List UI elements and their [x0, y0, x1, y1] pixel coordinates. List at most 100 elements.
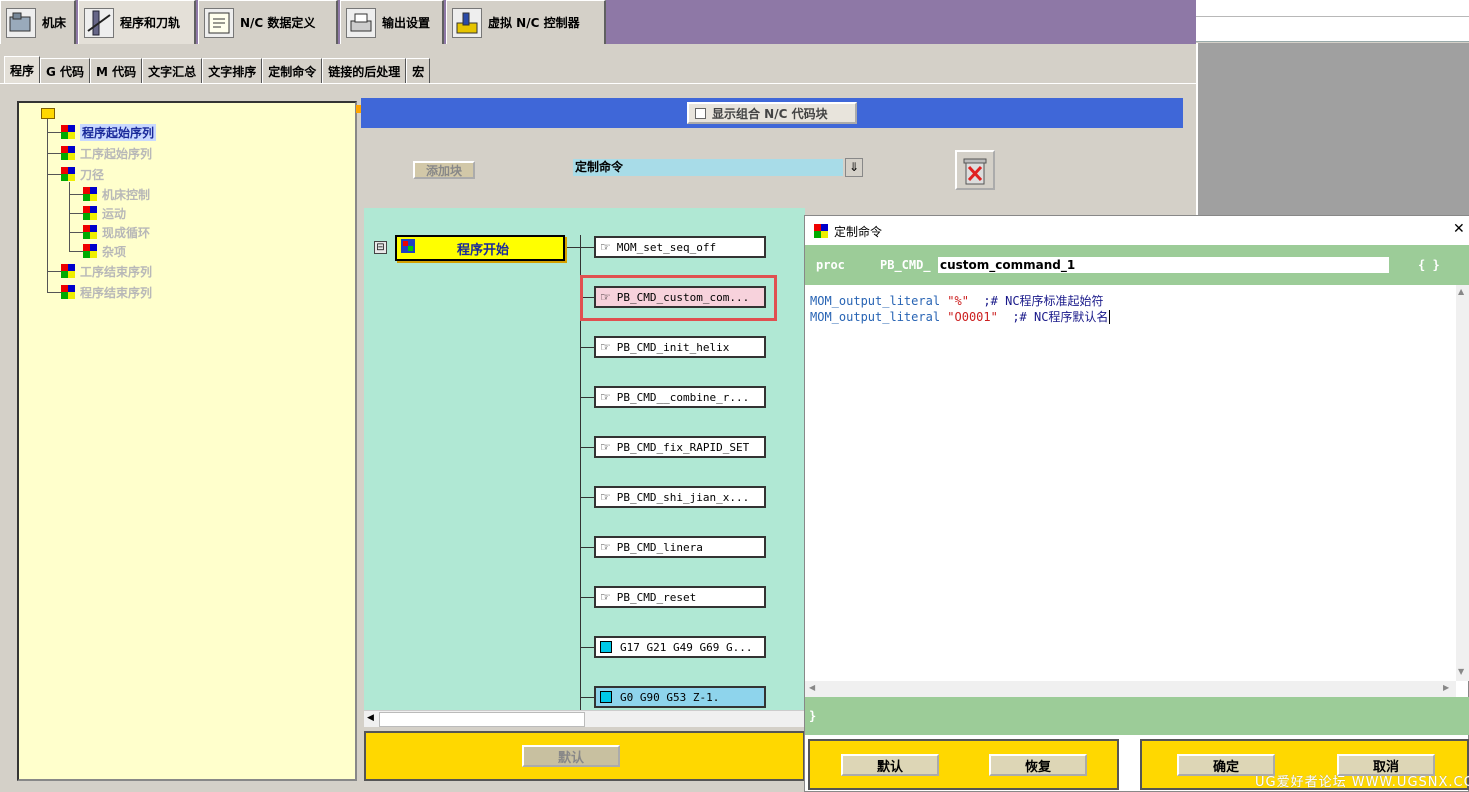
- scroll-left-arrow-icon[interactable]: ◀: [809, 683, 815, 692]
- editor-horizontal-scrollbar[interactable]: ◀ ▶: [805, 681, 1456, 697]
- dialog-title: 定制命令: [834, 225, 883, 239]
- subtab-word-sequence[interactable]: 文字排序: [202, 58, 263, 84]
- flow-connector: [565, 247, 594, 248]
- hand-pointer-icon: ☞: [600, 390, 611, 404]
- tab-machine[interactable]: 机床: [0, 0, 76, 44]
- cube-icon: [83, 225, 98, 240]
- sub-tab-underline: [0, 83, 1196, 84]
- show-combined-nc-checkbox[interactable]: 显示组合 N/C 代码块: [687, 102, 857, 124]
- tree-item-canned-cycle[interactable]: 现成循环: [83, 224, 150, 241]
- tree-item-motion[interactable]: 运动: [83, 205, 126, 222]
- toolpath-icon: [84, 7, 114, 38]
- tree-item-operation-start-sequence[interactable]: 工序起始序列: [61, 145, 152, 162]
- block-g0-g90-g53[interactable]: G0 G90 G53 Z-1.: [594, 686, 766, 708]
- block-pb-cmd-reset[interactable]: ☞ PB_CMD_reset: [594, 586, 766, 608]
- cube-icon: [61, 285, 76, 300]
- dialog-title-bar: 定制命令 ✕: [805, 216, 1469, 245]
- proc-prefix: PB_CMD_: [880, 258, 931, 272]
- tree-item-program-end-sequence[interactable]: 程序结束序列: [61, 284, 152, 301]
- tab-program-toolpath-label: 程序和刀轨: [120, 16, 181, 30]
- scroll-left-arrow-icon[interactable]: ◀: [367, 713, 374, 723]
- tree-item-operation-end-sequence[interactable]: 工序结束序列: [61, 263, 152, 280]
- proc-footer: }: [805, 697, 1469, 735]
- tab-output-settings[interactable]: 输出设置: [340, 0, 444, 44]
- scroll-up-arrow-icon[interactable]: ▲: [1458, 287, 1464, 296]
- gcode-cube-icon: [600, 641, 612, 653]
- dialog-default-button[interactable]: 默认: [841, 754, 939, 776]
- cube-icon: [83, 187, 98, 202]
- start-node-icon: [401, 239, 415, 257]
- scroll-down-arrow-icon[interactable]: ▼: [1458, 667, 1464, 676]
- right-gray-area: [1196, 43, 1469, 215]
- collapse-toggle[interactable]: ⊟: [374, 241, 387, 254]
- hand-pointer-icon: ☞: [600, 240, 611, 254]
- close-icon[interactable]: ✕: [1453, 221, 1465, 237]
- proc-braces: { }: [1418, 258, 1440, 272]
- subtab-custom-command[interactable]: 定制命令: [262, 58, 323, 84]
- tree-item-machine-control[interactable]: 机床控制: [83, 186, 150, 203]
- cube-icon: [83, 206, 98, 221]
- trash-bin-button[interactable]: [955, 150, 995, 190]
- block-pb-cmd-custom-command[interactable]: ☞ PB_CMD_custom_com...: [594, 286, 766, 308]
- scroll-right-arrow-icon[interactable]: ▶: [1443, 683, 1449, 692]
- subtab-macro[interactable]: 宏: [406, 58, 431, 84]
- tree-item-program-start-sequence[interactable]: 程序起始序列: [61, 124, 157, 141]
- code-line: MOM_output_literal "O0001" ;# NC程序默认名: [810, 310, 1111, 324]
- hand-pointer-icon: ☞: [600, 340, 611, 354]
- flow-default-button[interactable]: 默认: [522, 745, 620, 767]
- scroll-thumb[interactable]: [379, 712, 585, 727]
- app-icon: [814, 224, 828, 241]
- cube-icon: [83, 244, 98, 259]
- add-block-button[interactable]: 添加块: [413, 161, 475, 179]
- right-header-divider: [1196, 16, 1469, 17]
- tree-item-tool-path[interactable]: 刀径: [61, 166, 104, 183]
- right-header-area: [1196, 0, 1469, 42]
- block-pb-cmd-init-helix[interactable]: ☞ PB_CMD_init_helix: [594, 336, 766, 358]
- block-mom-set-seq-off[interactable]: ☞ MOM_set_seq_off: [594, 236, 766, 258]
- tab-nc-data[interactable]: N/C 数据定义: [198, 0, 338, 44]
- program-start-node[interactable]: 程序开始: [395, 235, 565, 261]
- dialog-left-button-bar: 默认 恢复: [808, 739, 1119, 790]
- editor-vertical-scrollbar[interactable]: ▲ ▼: [1456, 285, 1469, 681]
- subtab-word-summary[interactable]: 文字汇总: [142, 58, 203, 84]
- tab-virtual-nc[interactable]: 虚拟 N/C 控制器: [446, 0, 606, 44]
- block-type-select[interactable]: 定制命令: [573, 159, 843, 176]
- subtab-m-code[interactable]: M 代码: [90, 58, 143, 84]
- trash-icon: [963, 158, 987, 185]
- block-type-dropdown-arrow[interactable]: ⇓: [845, 158, 863, 177]
- tab-nc-data-label: N/C 数据定义: [240, 16, 316, 30]
- block-pb-cmd-combine-rotary[interactable]: ☞ PB_CMD__combine_r...: [594, 386, 766, 408]
- tree-item-misc[interactable]: 杂项: [83, 243, 126, 260]
- flow-horizontal-scrollbar[interactable]: ◀: [364, 710, 805, 727]
- checkbox-icon: [695, 107, 706, 119]
- gcode-cube-icon: [600, 691, 612, 703]
- cube-icon: [61, 167, 76, 182]
- code-line: MOM_output_literal "%" ;# NC程序标准起始符: [810, 294, 1104, 308]
- subtab-g-code[interactable]: G 代码: [40, 58, 91, 84]
- proc-name-input[interactable]: custom_command_1: [938, 257, 1389, 273]
- block-g17-g21[interactable]: G17 G21 G49 G69 G...: [594, 636, 766, 658]
- block-pb-cmd-fix-rapid-set[interactable]: ☞ PB_CMD_fix_RAPID_SET: [594, 436, 766, 458]
- hand-pointer-icon: ☞: [600, 440, 611, 454]
- dialog-restore-button[interactable]: 恢复: [989, 754, 1087, 776]
- tab-machine-label: 机床: [42, 16, 67, 30]
- virtual-controller-icon: [452, 7, 482, 38]
- block-pb-cmd-shi-jian[interactable]: ☞ PB_CMD_shi_jian_x...: [594, 486, 766, 508]
- text-cursor: [1109, 310, 1111, 324]
- block-pb-cmd-linera[interactable]: ☞ PB_CMD_linera: [594, 536, 766, 558]
- tab-program-toolpath[interactable]: 程序和刀轨: [78, 0, 196, 44]
- cube-icon: [61, 146, 76, 161]
- machine-icon: [6, 7, 36, 38]
- sub-tab-strip: 程序 G 代码 M 代码 文字汇总 文字排序 定制命令 链接的后处理 宏: [4, 56, 431, 84]
- proc-keyword: proc: [816, 258, 845, 272]
- tab-virtual-nc-label: 虚拟 N/C 控制器: [488, 16, 580, 30]
- sequence-flow-area: ⊟ 程序开始 ☞ MOM_set_seq_off ☞ PB_CMD_custom_c…: [364, 208, 805, 710]
- hand-pointer-icon: ☞: [600, 540, 611, 554]
- subtab-program[interactable]: 程序: [4, 56, 41, 84]
- tcl-code-editor[interactable]: MOM_output_literal "%" ;# NC程序标准起始符 MOM_…: [805, 285, 1456, 681]
- sequence-tree: 程序起始序列 工序起始序列 刀径 机床控制 运动 现成循环 杂项 工序结束序列 …: [17, 101, 357, 781]
- cube-icon: [61, 125, 76, 140]
- printer-icon: [346, 7, 376, 38]
- subtab-linked-posts[interactable]: 链接的后处理: [322, 58, 407, 84]
- forum-watermark: UG爱好者论坛 WWW.UGSNX.COM: [1255, 775, 1469, 790]
